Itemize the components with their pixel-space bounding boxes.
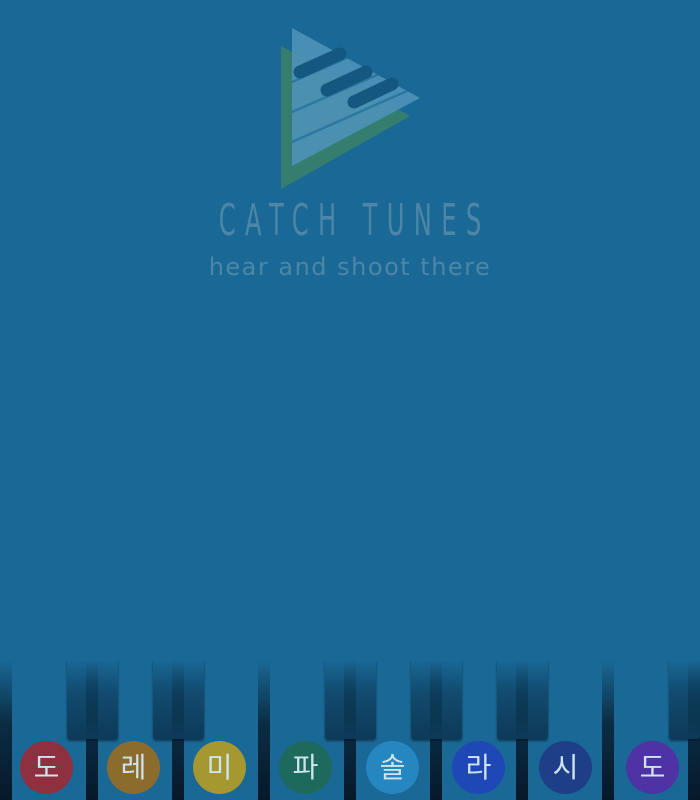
black-key[interactable] (153, 660, 204, 739)
app-title: CATCH TUNES (218, 195, 491, 246)
black-key[interactable] (669, 660, 700, 739)
note-label: 솔 (366, 741, 419, 794)
note-label: 도 (626, 741, 679, 794)
note-label: 미 (193, 741, 246, 794)
black-key[interactable] (67, 660, 118, 739)
note-label: 시 (539, 741, 592, 794)
black-key[interactable] (325, 660, 376, 739)
app-subtitle: hear and shoot there (208, 253, 492, 281)
note-label: 레 (107, 741, 160, 794)
black-key[interactable] (497, 660, 548, 739)
piano-keyboard: 도 레 미 파 솔 라 시 도 (0, 660, 700, 800)
key-gap (602, 660, 614, 800)
piano-triangle-logo-icon (281, 28, 420, 189)
black-key[interactable] (411, 660, 462, 739)
note-label: 도 (20, 741, 73, 794)
note-label: 라 (452, 741, 505, 794)
note-label: 파 (279, 741, 332, 794)
